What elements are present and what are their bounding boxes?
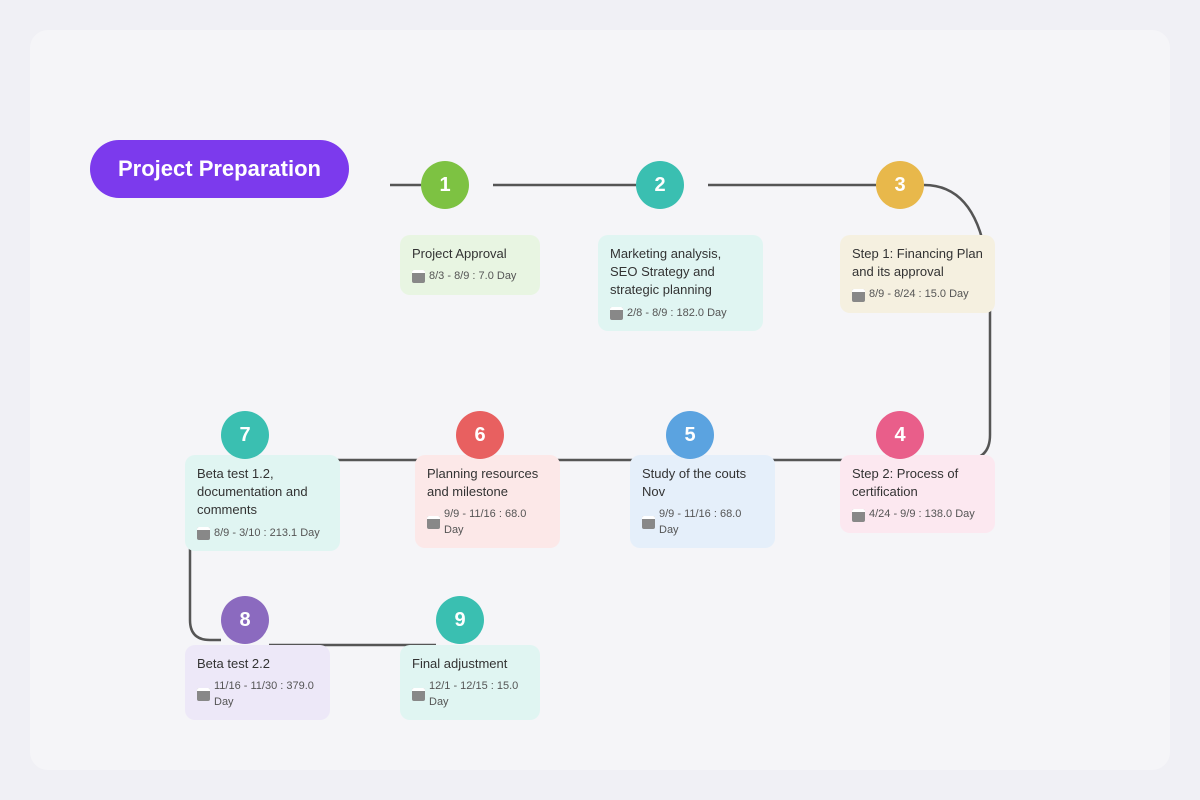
card-title-7: Beta test 1.2, documentation and comment… bbox=[197, 465, 328, 520]
card-date-text-3: 8/9 - 8/24 : 15.0 Day bbox=[869, 287, 969, 302]
node-2[interactable]: 2 bbox=[636, 161, 684, 209]
calendar-icon bbox=[197, 527, 210, 540]
card-node-8: Beta test 2.2 11/16 - 11/30 : 379.0 Day bbox=[185, 645, 330, 720]
calendar-icon bbox=[427, 516, 440, 529]
card-title-5: Study of the couts Nov bbox=[642, 465, 763, 501]
calendar-icon bbox=[852, 509, 865, 522]
title-badge: Project Preparation bbox=[90, 140, 349, 198]
node-7[interactable]: 7 bbox=[221, 411, 269, 459]
card-date-text-2: 2/8 - 8/9 : 182.0 Day bbox=[627, 306, 727, 321]
card-date-text-7: 8/9 - 3/10 : 213.1 Day bbox=[214, 526, 320, 541]
card-date-text-5: 9/9 - 11/16 : 68.0 Day bbox=[659, 507, 763, 538]
calendar-icon bbox=[610, 307, 623, 320]
card-date-7: 8/9 - 3/10 : 213.1 Day bbox=[197, 526, 328, 541]
node-8[interactable]: 8 bbox=[221, 596, 269, 644]
node-5[interactable]: 5 bbox=[666, 411, 714, 459]
calendar-icon bbox=[197, 688, 210, 701]
canvas: Project Preparation 1 2 3 4 5 6 7 8 9 Project Ap… bbox=[30, 30, 1170, 770]
card-node-2: Marketing analysis, SEO Strategy and str… bbox=[598, 235, 763, 331]
node-6[interactable]: 6 bbox=[456, 411, 504, 459]
card-title-4: Step 2: Process of certification bbox=[852, 465, 983, 501]
card-node-6: Planning resources and milestone 9/9 - 11… bbox=[415, 455, 560, 548]
card-title-2: Marketing analysis, SEO Strategy and str… bbox=[610, 245, 751, 300]
card-node-1: Project Approval 8/3 - 8/9 : 7.0 Day bbox=[400, 235, 540, 295]
card-node-3: Step 1: Financing Plan and its approval 8… bbox=[840, 235, 995, 313]
card-node-5: Study of the couts Nov 9/9 - 11/16 : 68.0… bbox=[630, 455, 775, 548]
card-date-text-1: 8/3 - 8/9 : 7.0 Day bbox=[429, 269, 516, 284]
card-node-7: Beta test 1.2, documentation and comment… bbox=[185, 455, 340, 551]
card-date-6: 9/9 - 11/16 : 68.0 Day bbox=[427, 507, 548, 538]
calendar-icon bbox=[852, 289, 865, 302]
card-title-6: Planning resources and milestone bbox=[427, 465, 548, 501]
card-title-8: Beta test 2.2 bbox=[197, 655, 318, 673]
card-title-9: Final adjustment bbox=[412, 655, 528, 673]
card-date-2: 2/8 - 8/9 : 182.0 Day bbox=[610, 306, 751, 321]
card-date-5: 9/9 - 11/16 : 68.0 Day bbox=[642, 507, 763, 538]
card-date-text-6: 9/9 - 11/16 : 68.0 Day bbox=[444, 507, 548, 538]
card-date-8: 11/16 - 11/30 : 379.0 Day bbox=[197, 679, 318, 710]
calendar-icon bbox=[412, 270, 425, 283]
node-4[interactable]: 4 bbox=[876, 411, 924, 459]
card-date-4: 4/24 - 9/9 : 138.0 Day bbox=[852, 507, 983, 522]
card-date-text-8: 11/16 - 11/30 : 379.0 Day bbox=[214, 679, 318, 710]
calendar-icon bbox=[642, 516, 655, 529]
card-node-9: Final adjustment 12/1 - 12/15 : 15.0 Day bbox=[400, 645, 540, 720]
node-3[interactable]: 3 bbox=[876, 161, 924, 209]
card-title-3: Step 1: Financing Plan and its approval bbox=[852, 245, 983, 281]
card-date-9: 12/1 - 12/15 : 15.0 Day bbox=[412, 679, 528, 710]
node-1[interactable]: 1 bbox=[421, 161, 469, 209]
node-9[interactable]: 9 bbox=[436, 596, 484, 644]
card-date-text-9: 12/1 - 12/15 : 15.0 Day bbox=[429, 679, 528, 710]
card-date-text-4: 4/24 - 9/9 : 138.0 Day bbox=[869, 507, 975, 522]
card-title-1: Project Approval bbox=[412, 245, 528, 263]
card-date-1: 8/3 - 8/9 : 7.0 Day bbox=[412, 269, 528, 284]
calendar-icon bbox=[412, 688, 425, 701]
card-date-3: 8/9 - 8/24 : 15.0 Day bbox=[852, 287, 983, 302]
card-node-4: Step 2: Process of certification 4/24 - 9… bbox=[840, 455, 995, 533]
